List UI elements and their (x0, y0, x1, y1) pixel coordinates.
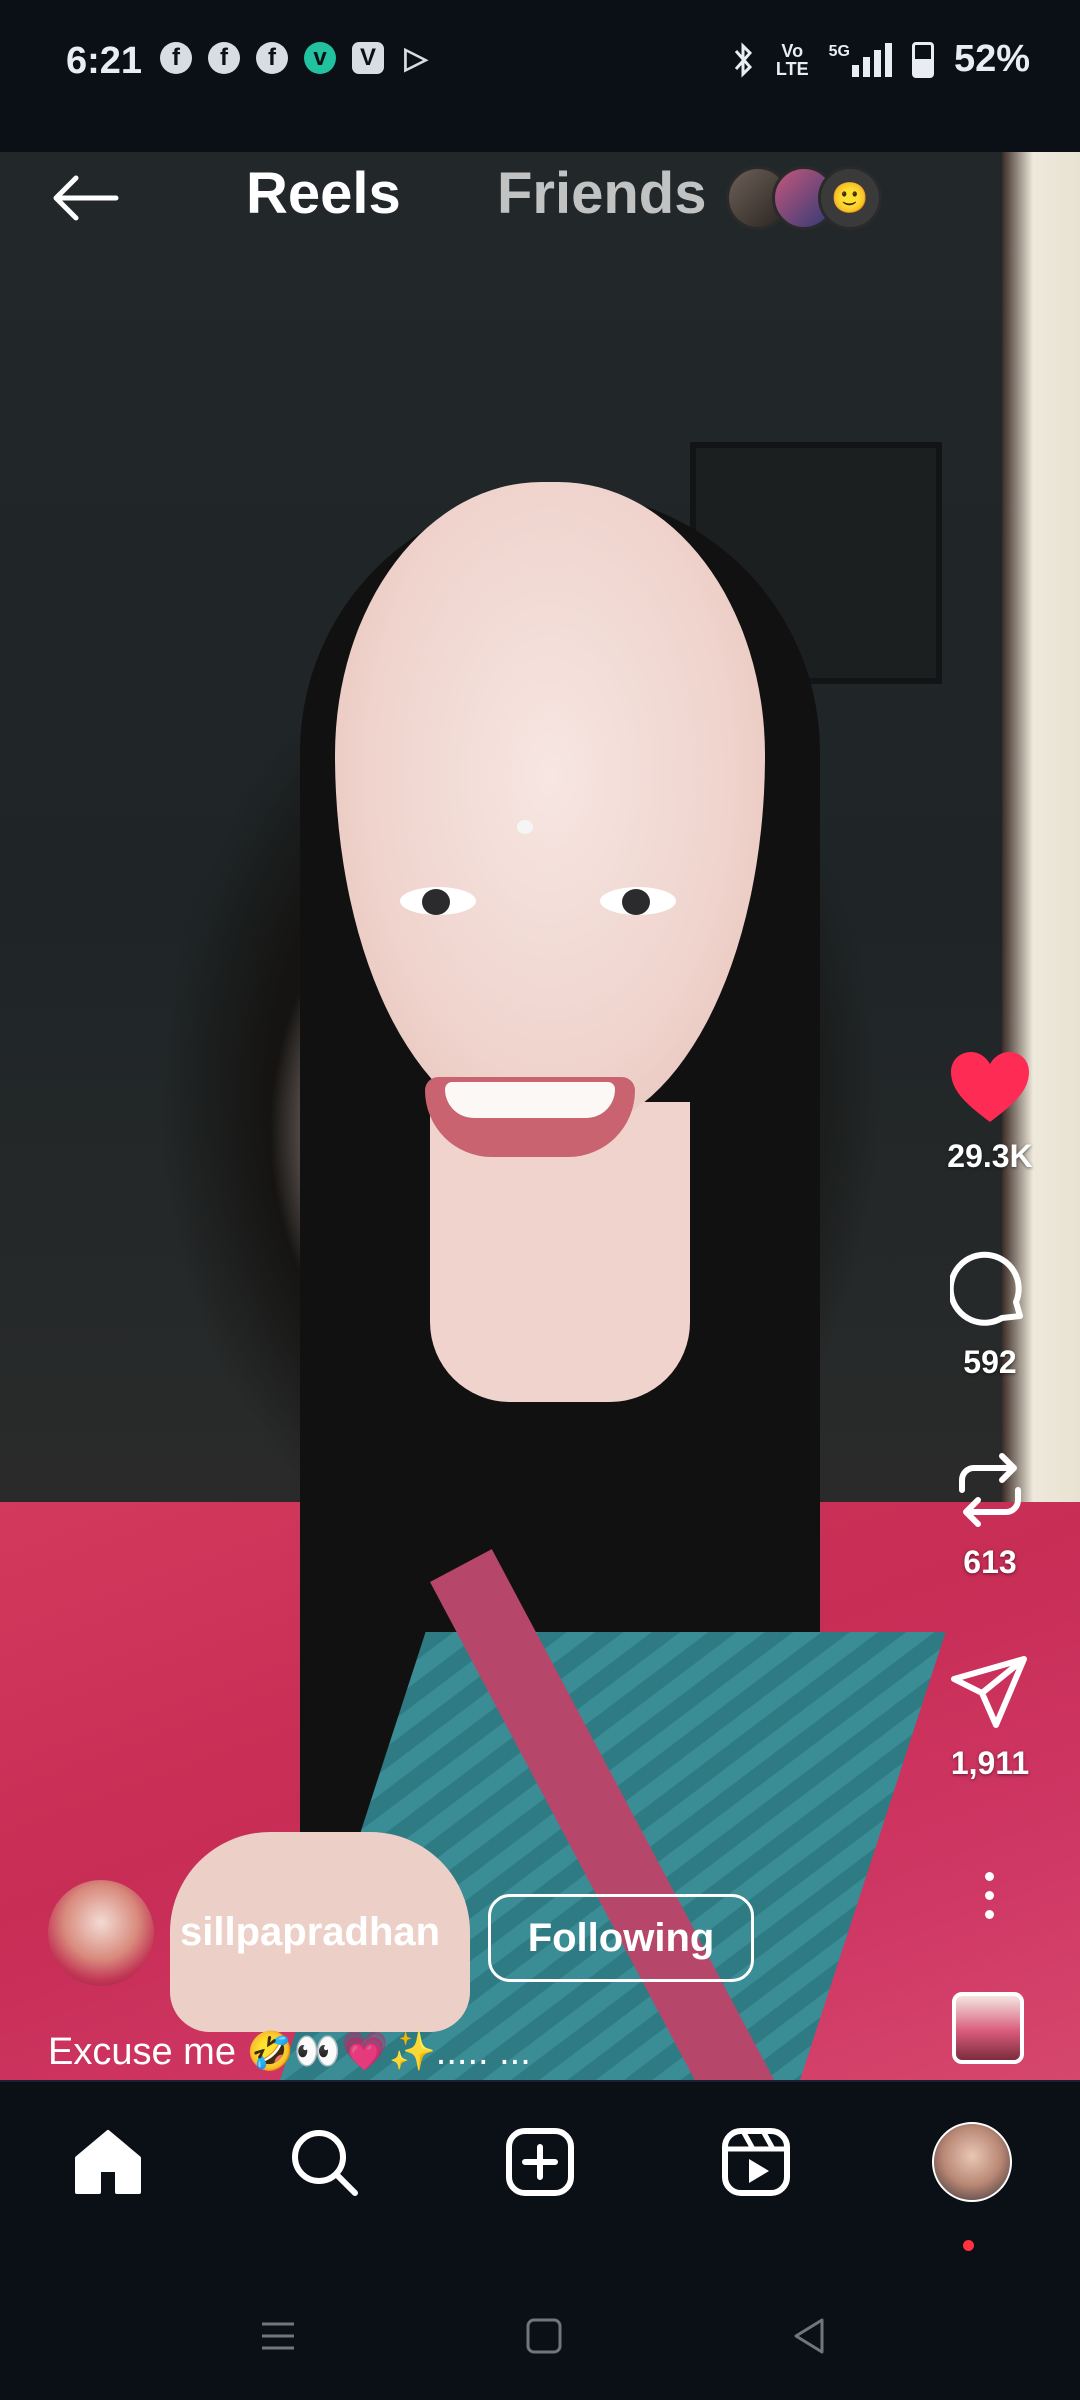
comment-icon[interactable] (950, 1250, 1030, 1330)
create-icon (506, 2128, 574, 2196)
nav-create[interactable] (480, 2082, 600, 2242)
network-type: 5G (828, 42, 850, 60)
comment-count: 592 (963, 1344, 1017, 1380)
home-button-icon (526, 2318, 562, 2354)
volte-bottom-text: LTE (775, 58, 809, 79)
vimeo-icon: V (352, 42, 384, 74)
back-button[interactable] (48, 172, 120, 224)
back-icon (794, 2318, 824, 2354)
back-system-button[interactable] (780, 2306, 840, 2366)
recents-icon (262, 2322, 294, 2350)
comment-action[interactable]: 592 (930, 1250, 1050, 1381)
share-count: 1,911 (950, 1745, 1030, 1781)
teeth (445, 1082, 615, 1118)
audio-thumbnail[interactable] (952, 1992, 1024, 2064)
battery-icon (911, 41, 934, 78)
facebook-icon: f (256, 42, 288, 74)
more-options-icon[interactable] (985, 1872, 994, 1919)
volte-indicator: Vo LTE (776, 42, 809, 78)
author-avatar[interactable] (48, 1880, 154, 1986)
home-button[interactable] (514, 2306, 574, 2366)
reels-icon (722, 2128, 790, 2196)
vpn-app-icon: v (304, 42, 336, 74)
left-eye (400, 887, 476, 915)
battery-level (914, 58, 931, 75)
notification-dot (963, 2240, 974, 2251)
author-username[interactable]: sillpapradhan (180, 1910, 440, 1955)
like-count: 29.3K (947, 1138, 1033, 1174)
arrow-left-icon (53, 175, 119, 221)
facebook-icon: f (208, 42, 240, 74)
status-right: Vo LTE 5G 52% (732, 38, 1030, 81)
friend-avatars[interactable]: 🙂 (726, 166, 882, 230)
bindi (517, 820, 533, 834)
repost-action[interactable]: 613 (930, 1450, 1050, 1581)
status-time: 6:21 (66, 40, 143, 82)
send-icon[interactable] (950, 1655, 1030, 1731)
like-action[interactable]: 29.3K (930, 1050, 1050, 1175)
facebook-icon: f (160, 42, 192, 74)
repost-icon[interactable] (950, 1450, 1030, 1530)
heart-icon[interactable] (949, 1050, 1031, 1124)
right-eye (600, 887, 676, 915)
reels-top-nav: Reels Friends 🙂 (0, 152, 1080, 248)
profile-avatar (932, 2122, 1012, 2202)
status-bar: 6:21 f f f v V ▷ Vo LTE 5G 52% (0, 0, 1080, 152)
friend-avatar: 🙂 (818, 166, 882, 230)
nav-reels[interactable] (696, 2082, 816, 2242)
nav-home[interactable] (48, 2082, 168, 2242)
search-icon (292, 2130, 358, 2196)
bluetooth-icon (734, 41, 752, 78)
bottom-nav (0, 2080, 1080, 2268)
repost-count: 613 (963, 1544, 1017, 1580)
tab-friends[interactable]: Friends (497, 160, 707, 227)
notification-icons: f f f v V ▷ (160, 41, 432, 75)
play-store-icon: ▷ (404, 41, 428, 75)
battery-percent: 52% (953, 38, 1030, 80)
post-caption[interactable]: Excuse me 🤣👀💗✨..... ... (48, 2030, 531, 2074)
volte-top-text: Vo (781, 40, 804, 61)
signal-group: 5G (828, 42, 892, 77)
share-action[interactable]: 1,911 (930, 1655, 1050, 1782)
following-button[interactable]: Following (488, 1894, 754, 1982)
nav-search[interactable] (264, 2082, 384, 2242)
reel-video[interactable] (0, 152, 1080, 2080)
home-icon (75, 2130, 141, 2194)
recents-button[interactable] (248, 2306, 308, 2366)
nav-profile[interactable] (912, 2082, 1032, 2242)
tab-reels[interactable]: Reels (246, 160, 401, 227)
system-nav-bar (0, 2266, 1080, 2400)
signal-icon (851, 42, 892, 77)
